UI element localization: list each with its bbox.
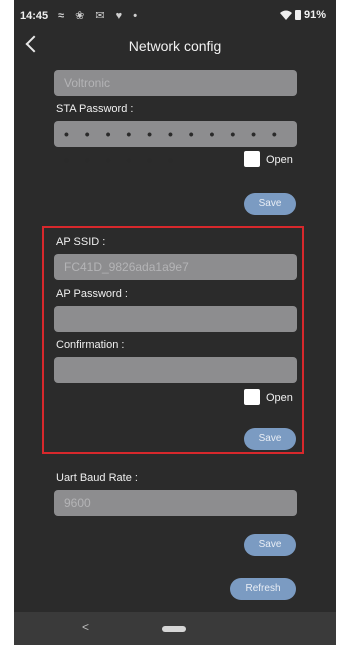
wifi-icon xyxy=(279,10,292,20)
ap-save-button[interactable]: Save xyxy=(244,428,296,450)
ap-confirmation-label: Confirmation : xyxy=(56,339,125,351)
uart-save-button[interactable]: Save xyxy=(244,534,296,556)
battery-icon xyxy=(294,10,301,20)
notification-icons: ≈ ❀ ✉ ♥ • xyxy=(58,10,142,22)
refresh-button[interactable]: Refresh xyxy=(230,578,296,600)
app-header: Network config xyxy=(14,30,336,64)
ap-password-label: AP Password : xyxy=(56,288,128,300)
sta-save-button[interactable]: Save xyxy=(244,193,296,215)
nav-back-icon[interactable]: < xyxy=(82,620,89,634)
ap-confirmation-field[interactable] xyxy=(54,357,297,383)
ap-ssid-field[interactable]: FC41D_9826ada1a9e7 xyxy=(54,254,297,280)
sta-password-field[interactable]: • • • • • • • • • • • • • • • • • xyxy=(54,121,297,168)
uart-baud-label: Uart Baud Rate : xyxy=(56,472,138,484)
battery-percent: 91% xyxy=(303,9,326,21)
status-right: 91% xyxy=(279,9,326,21)
system-nav-bar: < xyxy=(14,612,336,645)
ap-open-label: Open xyxy=(266,392,293,404)
sta-open-label: Open xyxy=(266,154,293,166)
uart-baud-field[interactable]: 9600 xyxy=(54,490,297,516)
ap-open-checkbox[interactable] xyxy=(244,389,260,405)
sta-ssid-field[interactable]: Voltronic xyxy=(54,70,297,96)
status-time: 14:45 xyxy=(20,10,49,22)
page-title: Network config xyxy=(128,38,222,54)
ap-password-field[interactable] xyxy=(54,306,297,332)
phone-screen: 14:45 ≈ ❀ ✉ ♥ • 91% Network config Voltr… xyxy=(14,0,336,645)
sta-open-checkbox[interactable] xyxy=(244,151,260,167)
ap-ssid-label: AP SSID : xyxy=(56,236,106,248)
sta-password-label: STA Password : xyxy=(56,103,134,115)
nav-home-pill-icon[interactable] xyxy=(162,626,186,632)
status-bar: 14:45 ≈ ❀ ✉ ♥ • 91% xyxy=(14,0,336,30)
